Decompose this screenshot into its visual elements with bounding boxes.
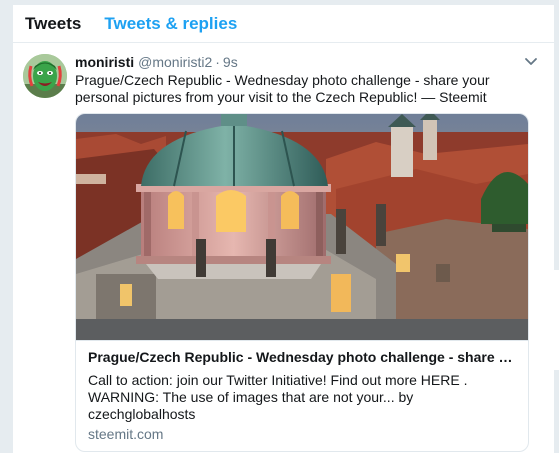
card-image[interactable] bbox=[76, 114, 528, 341]
tweet-time[interactable]: 9s bbox=[223, 53, 238, 71]
profile-tabs: Tweets Tweets & replies bbox=[13, 5, 554, 43]
link-card[interactable]: Prague/Czech Republic - Wednesday photo … bbox=[75, 113, 529, 452]
green-face-avatar-icon bbox=[23, 54, 67, 98]
card-body[interactable]: Prague/Czech Republic - Wednesday photo … bbox=[76, 341, 528, 451]
tweet-text: Prague/Czech Republic - Wednesday photo … bbox=[75, 72, 490, 105]
author-handle[interactable]: @moniristi2 bbox=[138, 53, 212, 71]
avatar[interactable] bbox=[23, 54, 67, 98]
card-description: Call to action: join our Twitter Initiat… bbox=[88, 372, 468, 422]
chevron-down-icon[interactable] bbox=[524, 55, 538, 69]
tab-tweets-replies[interactable]: Tweets & replies bbox=[104, 14, 237, 34]
page-background-strip bbox=[548, 270, 559, 370]
tweet-header: moniristi @moniristi2 · 9s bbox=[75, 53, 540, 71]
prague-dome-photo-icon bbox=[76, 114, 528, 340]
card-domain: steemit.com bbox=[88, 426, 164, 442]
separator-dot: · bbox=[215, 54, 220, 70]
tab-tweets[interactable]: Tweets bbox=[25, 14, 81, 34]
card-title[interactable]: Prague/Czech Republic - Wednesday photo … bbox=[88, 348, 516, 366]
author-name[interactable]: moniristi bbox=[75, 53, 134, 71]
tweet[interactable]: moniristi @moniristi2 · 9s Prague/Czech … bbox=[13, 43, 554, 452]
profile-timeline: Tweets Tweets & replies moniristi @monir… bbox=[12, 5, 555, 453]
